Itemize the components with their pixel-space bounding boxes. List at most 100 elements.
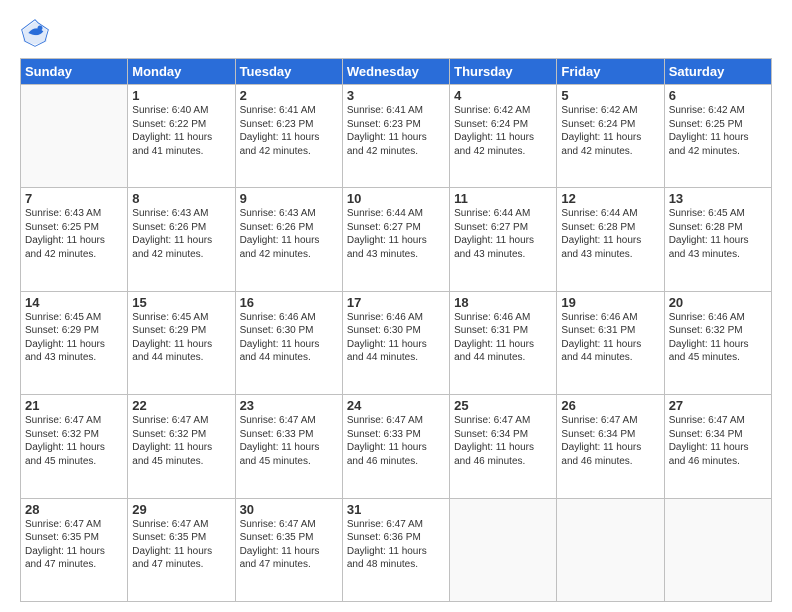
cell-info-line: Sunrise: 6:47 AM <box>25 414 123 428</box>
cell-info-line: Daylight: 11 hours <box>669 234 767 248</box>
cell-info-line: Sunset: 6:34 PM <box>669 428 767 442</box>
cell-info-line: Sunset: 6:32 PM <box>25 428 123 442</box>
cell-info-line: Sunset: 6:27 PM <box>454 221 552 235</box>
cell-info-line: Sunrise: 6:45 AM <box>25 311 123 325</box>
day-number: 26 <box>561 398 659 413</box>
cell-info-line: Sunrise: 6:46 AM <box>240 311 338 325</box>
cell-info-line: Daylight: 11 hours <box>669 338 767 352</box>
cell-info-line: Sunset: 6:33 PM <box>347 428 445 442</box>
day-number: 29 <box>132 502 230 517</box>
cell-info-line: Sunset: 6:34 PM <box>561 428 659 442</box>
cell-info-line: and 44 minutes. <box>561 351 659 365</box>
calendar-cell: 15Sunrise: 6:45 AMSunset: 6:29 PMDayligh… <box>128 291 235 394</box>
calendar-cell <box>21 85 128 188</box>
cell-info-line: Daylight: 11 hours <box>25 545 123 559</box>
day-number: 17 <box>347 295 445 310</box>
logo-icon <box>20 18 50 48</box>
cell-info-line: Sunset: 6:31 PM <box>454 324 552 338</box>
cell-info-line: Daylight: 11 hours <box>669 441 767 455</box>
weekday-header-tuesday: Tuesday <box>235 59 342 85</box>
calendar-cell: 7Sunrise: 6:43 AMSunset: 6:25 PMDaylight… <box>21 188 128 291</box>
cell-info-line: Daylight: 11 hours <box>347 234 445 248</box>
cell-info-line: Sunset: 6:35 PM <box>240 531 338 545</box>
cell-info-line: Daylight: 11 hours <box>132 545 230 559</box>
cell-info-line: and 42 minutes. <box>240 248 338 262</box>
cell-info-line: Daylight: 11 hours <box>25 234 123 248</box>
day-number: 22 <box>132 398 230 413</box>
cell-info-line: Sunset: 6:32 PM <box>132 428 230 442</box>
cell-info-line: and 44 minutes. <box>132 351 230 365</box>
cell-info-line: and 43 minutes. <box>25 351 123 365</box>
cell-info-line: Sunset: 6:22 PM <box>132 118 230 132</box>
cell-info-line: Sunrise: 6:43 AM <box>240 207 338 221</box>
day-number: 14 <box>25 295 123 310</box>
cell-info-line: and 46 minutes. <box>561 455 659 469</box>
day-number: 11 <box>454 191 552 206</box>
cell-info-line: Sunset: 6:36 PM <box>347 531 445 545</box>
cell-info-line: Sunrise: 6:42 AM <box>454 104 552 118</box>
day-number: 3 <box>347 88 445 103</box>
cell-info-line: Sunrise: 6:46 AM <box>347 311 445 325</box>
cell-info-line: Sunrise: 6:47 AM <box>25 518 123 532</box>
cell-info-line: Sunset: 6:34 PM <box>454 428 552 442</box>
cell-info-line: Sunrise: 6:47 AM <box>669 414 767 428</box>
cell-info-line: Sunrise: 6:44 AM <box>347 207 445 221</box>
cell-info-line: and 42 minutes. <box>561 145 659 159</box>
cell-info-line: Daylight: 11 hours <box>347 131 445 145</box>
cell-info-line: Sunrise: 6:47 AM <box>240 414 338 428</box>
cell-info-line: Sunset: 6:24 PM <box>454 118 552 132</box>
cell-info-line: Daylight: 11 hours <box>132 441 230 455</box>
calendar-cell: 9Sunrise: 6:43 AMSunset: 6:26 PMDaylight… <box>235 188 342 291</box>
logo <box>20 18 54 48</box>
cell-info-line: Sunrise: 6:40 AM <box>132 104 230 118</box>
cell-info-line: Sunset: 6:26 PM <box>132 221 230 235</box>
cell-info-line: Daylight: 11 hours <box>561 338 659 352</box>
cell-info-line: and 44 minutes. <box>454 351 552 365</box>
cell-info-line: Sunset: 6:29 PM <box>25 324 123 338</box>
cell-info-line: and 47 minutes. <box>132 558 230 572</box>
cell-info-line: Sunrise: 6:43 AM <box>25 207 123 221</box>
cell-info-line: and 45 minutes. <box>240 455 338 469</box>
cell-info-line: Daylight: 11 hours <box>240 545 338 559</box>
cell-info-line: and 43 minutes. <box>669 248 767 262</box>
calendar-cell: 21Sunrise: 6:47 AMSunset: 6:32 PMDayligh… <box>21 395 128 498</box>
day-number: 27 <box>669 398 767 413</box>
day-number: 28 <box>25 502 123 517</box>
calendar-cell: 4Sunrise: 6:42 AMSunset: 6:24 PMDaylight… <box>450 85 557 188</box>
day-number: 20 <box>669 295 767 310</box>
cell-info-line: Sunset: 6:27 PM <box>347 221 445 235</box>
cell-info-line: Daylight: 11 hours <box>132 131 230 145</box>
cell-info-line: Daylight: 11 hours <box>240 131 338 145</box>
calendar-cell <box>664 498 771 601</box>
cell-info-line: Daylight: 11 hours <box>240 338 338 352</box>
cell-info-line: Sunset: 6:35 PM <box>25 531 123 545</box>
cell-info-line: Sunrise: 6:47 AM <box>132 518 230 532</box>
cell-info-line: and 42 minutes. <box>454 145 552 159</box>
day-number: 19 <box>561 295 659 310</box>
day-number: 5 <box>561 88 659 103</box>
day-number: 4 <box>454 88 552 103</box>
weekday-header-row: SundayMondayTuesdayWednesdayThursdayFrid… <box>21 59 772 85</box>
cell-info-line: Sunset: 6:32 PM <box>669 324 767 338</box>
cell-info-line: Sunrise: 6:46 AM <box>454 311 552 325</box>
calendar-cell <box>557 498 664 601</box>
calendar-cell: 22Sunrise: 6:47 AMSunset: 6:32 PMDayligh… <box>128 395 235 498</box>
cell-info-line: and 42 minutes. <box>132 248 230 262</box>
cell-info-line: and 45 minutes. <box>669 351 767 365</box>
calendar-cell: 30Sunrise: 6:47 AMSunset: 6:35 PMDayligh… <box>235 498 342 601</box>
day-number: 21 <box>25 398 123 413</box>
cell-info-line: Sunrise: 6:47 AM <box>561 414 659 428</box>
week-row-3: 21Sunrise: 6:47 AMSunset: 6:32 PMDayligh… <box>21 395 772 498</box>
calendar-cell: 13Sunrise: 6:45 AMSunset: 6:28 PMDayligh… <box>664 188 771 291</box>
week-row-4: 28Sunrise: 6:47 AMSunset: 6:35 PMDayligh… <box>21 498 772 601</box>
cell-info-line: and 45 minutes. <box>132 455 230 469</box>
weekday-header-wednesday: Wednesday <box>342 59 449 85</box>
day-number: 18 <box>454 295 552 310</box>
calendar-cell: 19Sunrise: 6:46 AMSunset: 6:31 PMDayligh… <box>557 291 664 394</box>
cell-info-line: Sunset: 6:35 PM <box>132 531 230 545</box>
calendar-cell: 14Sunrise: 6:45 AMSunset: 6:29 PMDayligh… <box>21 291 128 394</box>
cell-info-line: Sunrise: 6:47 AM <box>347 414 445 428</box>
calendar-cell: 18Sunrise: 6:46 AMSunset: 6:31 PMDayligh… <box>450 291 557 394</box>
cell-info-line: Sunset: 6:28 PM <box>669 221 767 235</box>
cell-info-line: Daylight: 11 hours <box>454 131 552 145</box>
